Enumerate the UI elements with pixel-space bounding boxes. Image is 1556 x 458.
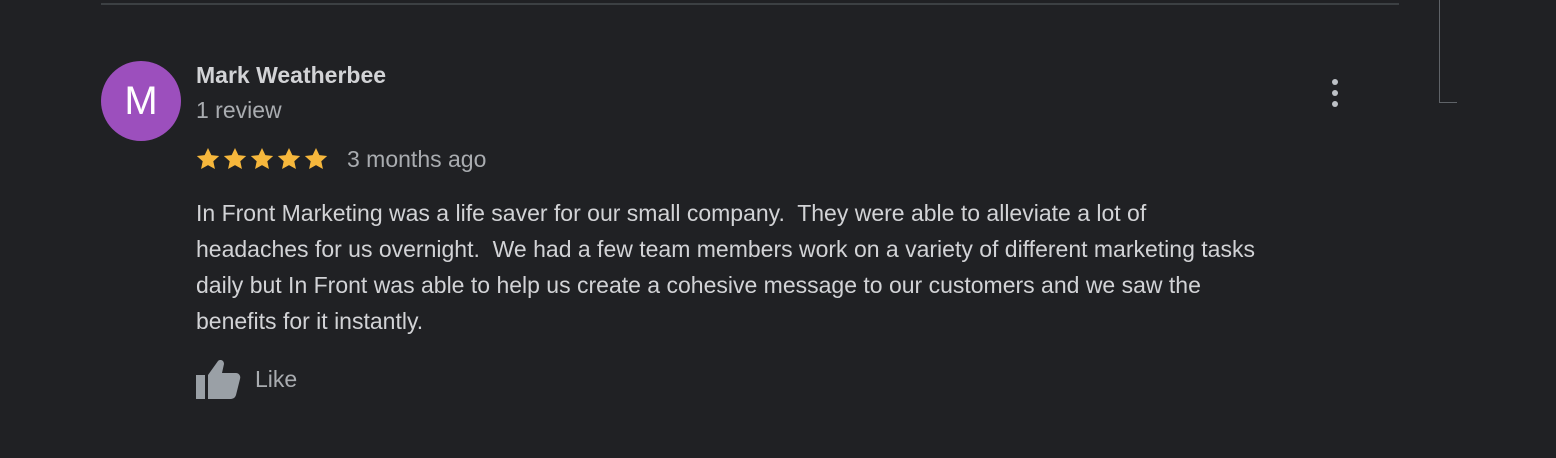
more-vertical-icon	[1332, 79, 1338, 85]
more-options-button[interactable]	[1320, 76, 1350, 110]
more-vertical-icon-dot	[1332, 101, 1338, 107]
review-count: 1 review	[196, 97, 282, 123]
review-page: M Mark Weatherbee 1 review 3 months ago …	[0, 0, 1556, 458]
star-icon	[196, 147, 220, 169]
star-rating	[195, 146, 329, 172]
review-text: In Front Marketing was a life saver for …	[196, 200, 1255, 334]
rating-row: 3 months ago	[195, 142, 486, 176]
review-date: 3 months ago	[347, 145, 487, 172]
thumbs-up-icon	[196, 360, 241, 399]
side-panel-edge	[1439, 0, 1457, 103]
reviewer-name[interactable]: Mark Weatherbee	[196, 62, 386, 89]
star-icon	[250, 147, 274, 169]
like-label: Like	[255, 365, 298, 392]
more-vertical-icon-dot	[1332, 90, 1338, 96]
avatar[interactable]: M	[101, 61, 181, 141]
star-icon	[304, 147, 328, 169]
star-icon	[277, 147, 301, 169]
like-button[interactable]: Like	[195, 357, 297, 401]
star-icon	[223, 147, 247, 169]
divider	[101, 3, 1399, 5]
